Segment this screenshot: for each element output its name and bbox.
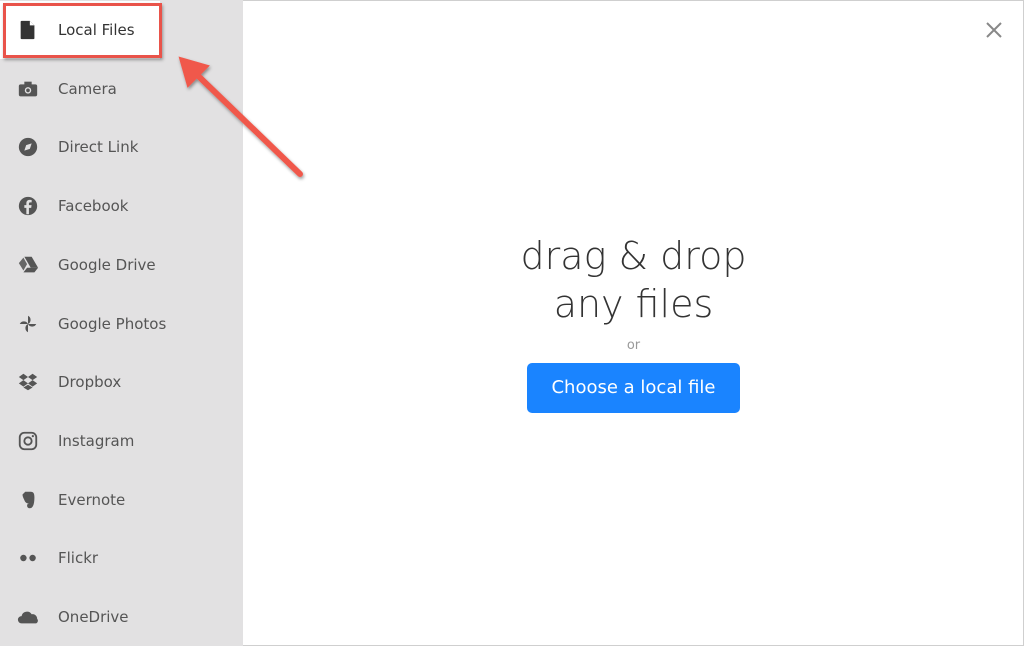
sidebar-item-label: Google Drive <box>58 255 156 274</box>
sidebar-item-direct-link[interactable]: Direct Link <box>0 118 243 176</box>
sidebar-item-label: Evernote <box>58 490 126 509</box>
sidebar-item-label: Facebook <box>58 197 129 216</box>
sidebar-item-label: OneDrive <box>58 608 129 626</box>
onedrive-icon <box>16 605 40 629</box>
evernote-icon <box>16 488 40 512</box>
google-photos-icon <box>16 312 40 336</box>
sidebar-item-label: Camera <box>58 79 117 98</box>
close-icon <box>986 22 1002 38</box>
sidebar-item-flickr[interactable]: Flickr <box>0 529 243 587</box>
flickr-icon <box>16 546 40 570</box>
dropbox-icon <box>16 370 40 394</box>
sidebar-item-label: Flickr <box>58 549 99 568</box>
sidebar-item-label: Instagram <box>58 431 135 450</box>
sidebar-item-evernote[interactable]: Evernote <box>0 471 243 529</box>
sidebar-item-google-drive[interactable]: Google Drive <box>0 236 243 294</box>
drop-title-line1: drag & drop <box>520 234 747 278</box>
sidebar-item-label: Dropbox <box>58 373 122 392</box>
sidebar: Local Files Camera Direct Link Facebook Goog… <box>0 0 243 646</box>
sidebar-item-dropbox[interactable]: Dropbox <box>0 353 243 411</box>
sidebar-item-label: Direct Link <box>58 138 139 157</box>
drop-zone[interactable]: drag & drop any files or Choose a local … <box>243 232 1024 413</box>
file-icon <box>16 18 40 42</box>
sidebar-item-onedrive[interactable]: OneDrive <box>0 588 243 646</box>
sidebar-item-label: Google Photos <box>58 314 167 333</box>
sidebar-item-camera[interactable]: Camera <box>0 60 243 118</box>
google-drive-icon <box>16 253 40 277</box>
choose-local-file-button[interactable]: Choose a local file <box>527 363 740 413</box>
facebook-icon <box>16 194 40 218</box>
sidebar-item-label: Local Files <box>58 21 135 39</box>
sidebar-item-instagram[interactable]: Instagram <box>0 412 243 470</box>
close-button[interactable] <box>982 18 1006 42</box>
sidebar-item-local-files[interactable]: Local Files <box>0 1 160 59</box>
camera-icon <box>16 77 40 101</box>
drop-title-line2: any files <box>553 282 714 326</box>
sidebar-item-facebook[interactable]: Facebook <box>0 177 243 235</box>
compass-icon <box>16 135 40 159</box>
instagram-icon <box>16 429 40 453</box>
sidebar-item-google-photos[interactable]: Google Photos <box>0 295 243 353</box>
or-label: or <box>626 338 641 353</box>
